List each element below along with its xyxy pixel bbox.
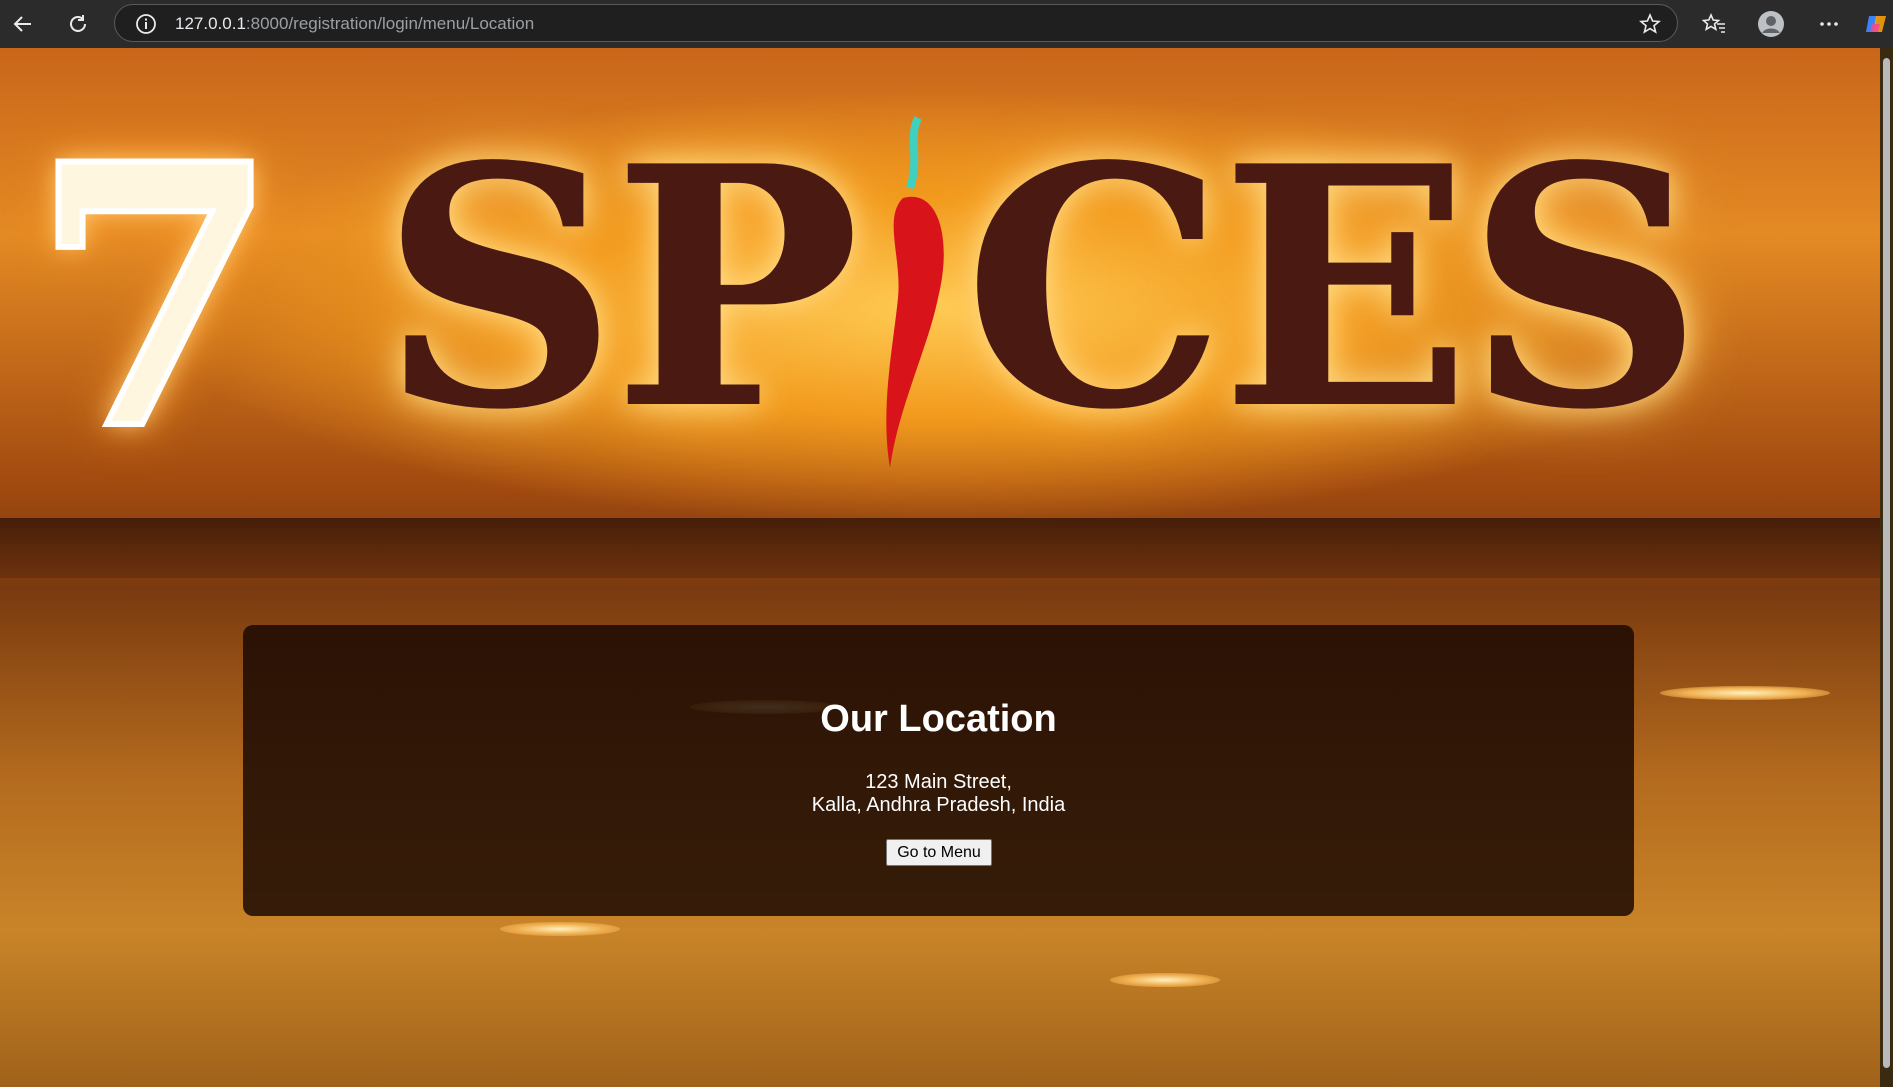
favorites-icon <box>1702 13 1725 33</box>
ceiling-beam <box>0 518 1880 578</box>
favorites-button[interactable] <box>1699 9 1729 39</box>
url-text[interactable]: 127.0.0.1:8000/registration/login/menu/L… <box>175 14 534 34</box>
chili-pepper-icon <box>886 116 944 468</box>
url-path: :8000/registration/login/menu/Location <box>245 14 535 33</box>
url-host: 127.0.0.1 <box>175 14 246 33</box>
address-street: 123 Main Street, <box>865 771 1012 793</box>
page-title: Our Location <box>820 698 1057 740</box>
back-button[interactable] <box>8 9 38 39</box>
go-to-menu-button[interactable]: Go to Menu <box>886 839 992 866</box>
ceiling-lamp <box>1660 686 1830 700</box>
star-icon <box>1639 13 1661 34</box>
more-icon <box>1820 22 1838 26</box>
address-bar[interactable]: 127.0.0.1:8000/registration/login/menu/L… <box>114 4 1678 42</box>
sign-word: SP CES <box>380 94 1704 482</box>
reload-button[interactable] <box>63 9 93 39</box>
scrollbar-thumb[interactable] <box>1883 58 1890 1068</box>
copilot-icon <box>1866 16 1886 32</box>
avatar-icon <box>1758 11 1784 37</box>
bookmark-button[interactable] <box>1637 11 1663 37</box>
reload-icon <box>70 15 86 32</box>
copilot-button[interactable] <box>1863 9 1889 39</box>
address-city: Kalla, Andhra Pradesh, India <box>811 794 1066 816</box>
site-info-icon[interactable] <box>135 13 157 35</box>
location-page: 7 SP CES Our Location 123 Main Street, K… <box>0 48 1880 1087</box>
ceiling-lamp <box>1110 973 1220 987</box>
location-card: Our Location 123 Main Street, Kalla, And… <box>243 625 1634 916</box>
page-scrollbar[interactable] <box>1880 48 1893 1087</box>
profile-button[interactable] <box>1756 9 1786 39</box>
sign-number: 7 <box>27 86 284 509</box>
back-arrow-icon <box>13 16 31 32</box>
browser-toolbar: 127.0.0.1:8000/registration/login/menu/L… <box>0 0 1893 48</box>
settings-menu-button[interactable] <box>1814 9 1844 39</box>
ceiling-lamp <box>500 922 620 936</box>
